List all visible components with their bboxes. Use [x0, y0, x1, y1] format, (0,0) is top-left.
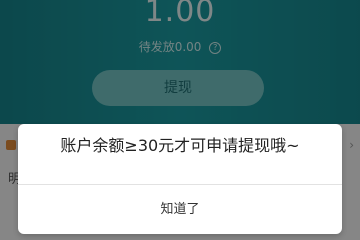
wallet-screen: 1.00 待发放0.00 ? 提现 › 明 账户余额≥30元才可申请提现哦~ 知… [0, 0, 360, 240]
alert-dialog: 账户余额≥30元才可申请提现哦~ 知道了 [18, 124, 342, 234]
dialog-ok-button[interactable]: 知道了 [18, 185, 342, 234]
dialog-message: 账户余额≥30元才可申请提现哦~ [60, 136, 300, 155]
